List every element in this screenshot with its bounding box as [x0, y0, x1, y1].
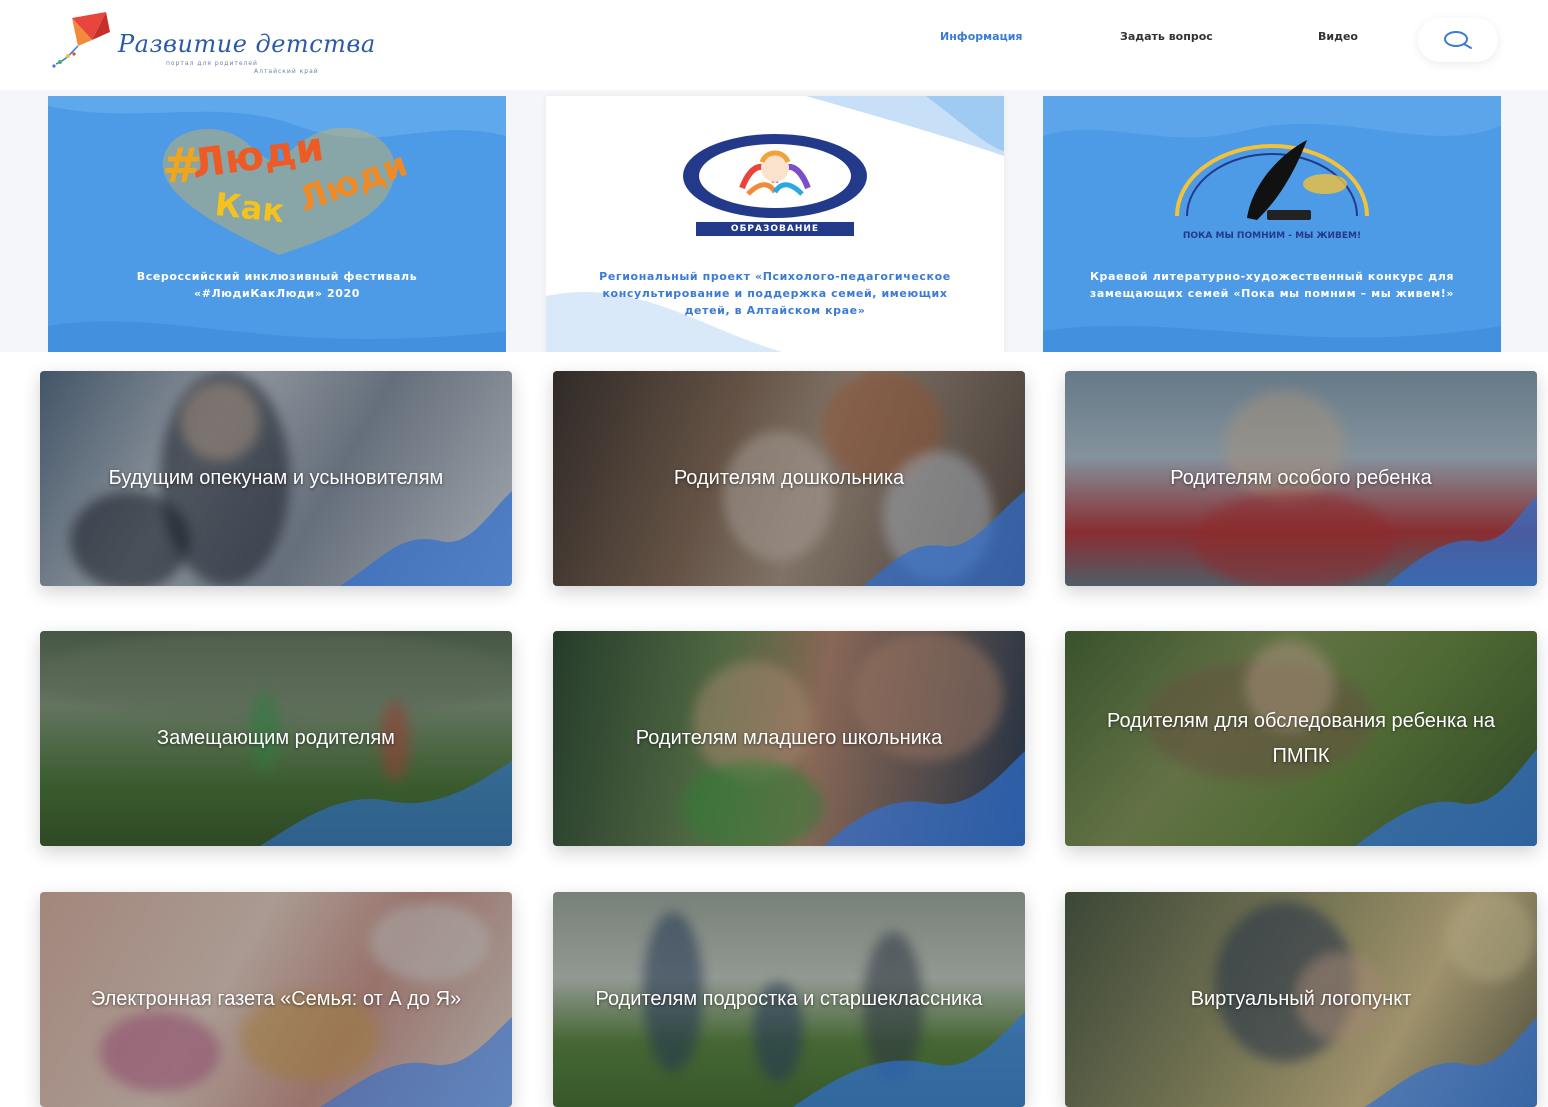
card-title: Родителям младшего школьника — [635, 727, 943, 749]
card-junior-school-parents[interactable]: Родителям младшего школьника — [553, 631, 1025, 846]
card-title: Замещающим родителям — [157, 727, 395, 749]
education-project-logo — [683, 134, 867, 218]
logo-subtitle: портал для родителей — [166, 60, 258, 67]
nav-info[interactable]: Информация — [940, 30, 1023, 54]
card-foster-parents[interactable]: Замещающим родителям — [40, 631, 512, 846]
card-title: Будущим опекунам и усыновителям — [108, 467, 444, 489]
hashtag-heart-art: # Люди Как Люди — [162, 124, 413, 255]
svg-text:Как: Как — [213, 185, 286, 230]
banner-carousel: # Люди Как Люди Всероссийский инклюзивны… — [0, 90, 1548, 352]
card-title: Родителям дошкольника — [673, 467, 905, 489]
education-label: ОБРАЗОВАНИЕ — [696, 222, 854, 236]
kite-icon — [52, 12, 110, 68]
contest-emblem-text: ПОКА МЫ ПОМНИМ - МЫ ЖИВЕМ! — [1183, 231, 1361, 241]
site-logo[interactable]: Развитие детства портал для родителей Ал… — [44, 8, 394, 78]
card-title: Родителям подростка и старшеклассника — [595, 988, 983, 1010]
logo-region: Алтайский край — [254, 68, 319, 75]
banner-literary-contest-text: Краевой литературно-художественный конку… — [1089, 270, 1455, 300]
nav-video[interactable]: Видео — [1318, 30, 1358, 54]
banner-regional-project-text: Региональный проект «Психолого-педагогич… — [599, 270, 951, 317]
banner-regional-project[interactable]: ОБРАЗОВАНИЕ Региональный проект «Психоло… — [546, 96, 1004, 352]
card-title: Виртуальный логопункт — [1190, 988, 1412, 1010]
card-virtual-speech-therapy[interactable]: Виртуальный логопункт — [1065, 892, 1537, 1107]
search-button[interactable] — [1418, 18, 1498, 62]
banner-festival-text: Всероссийский инклюзивный фестиваль «#Лю… — [136, 270, 418, 300]
card-pmpk-parents[interactable]: Родителям для обследования ребенка на ПМ… — [1065, 631, 1537, 846]
card-special-child-parents[interactable]: Родителям особого ребенка — [1065, 371, 1537, 586]
card-preschool-parents[interactable]: Родителям дошкольника — [553, 371, 1025, 586]
quill-pen-emblem: ПОКА МЫ ПОМНИМ - МЫ ЖИВЕМ! — [1175, 140, 1369, 241]
card-title: Родителям особого ребенка — [1170, 467, 1432, 489]
card-title: Электронная газета «Семья: от А до Я» — [90, 988, 462, 1010]
site-header: Развитие детства портал для родителей Ал… — [0, 0, 1548, 90]
card-title: Родителям для обследования ребенка на ПМ… — [1107, 709, 1495, 767]
nav-ask-question[interactable]: Задать вопрос — [1120, 30, 1213, 54]
card-future-guardians[interactable]: Будущим опекунам и усыновителям — [40, 371, 512, 586]
banner-literary-contest[interactable]: ПОКА МЫ ПОМНИМ - МЫ ЖИВЕМ! Краевой литер… — [1043, 96, 1501, 352]
card-teen-parents[interactable]: Родителям подростка и старшеклассника — [553, 892, 1025, 1107]
search-icon — [1444, 31, 1472, 49]
banner-festival[interactable]: # Люди Как Люди Всероссийский инклюзивны… — [48, 96, 506, 352]
card-family-newspaper[interactable]: Электронная газета «Семья: от А до Я» — [40, 892, 512, 1107]
logo-title: Развитие детства — [118, 30, 376, 58]
